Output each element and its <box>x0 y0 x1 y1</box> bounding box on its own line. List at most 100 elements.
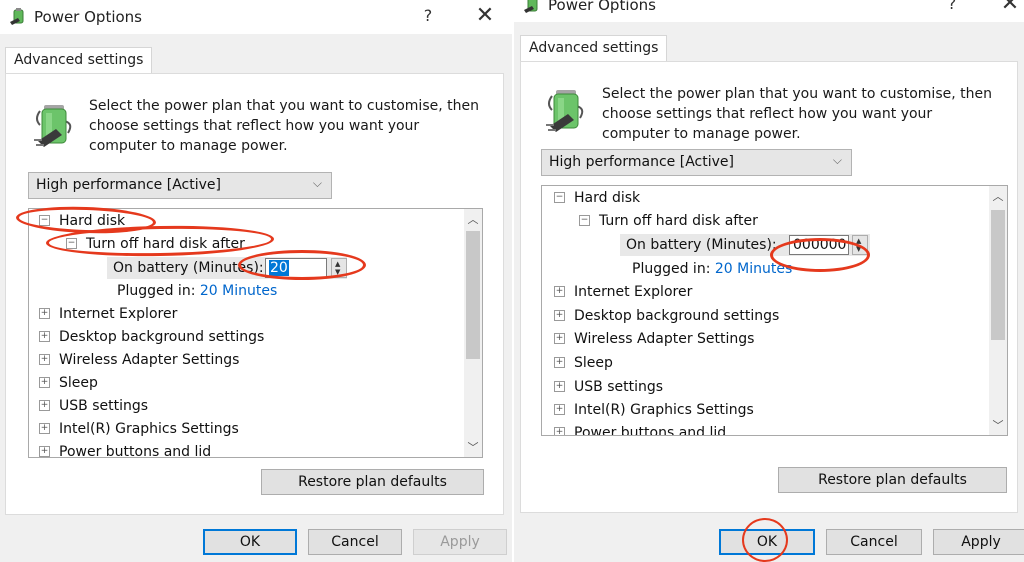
close-button[interactable]: ✕ <box>473 3 497 28</box>
tree-item-internet-explorer[interactable]: + Internet Explorer <box>39 303 177 325</box>
tree-item-label: Power buttons and lid <box>574 425 727 436</box>
plugged-in-value-link[interactable]: 20 Minutes <box>200 283 277 299</box>
tree-item-label: Desktop background settings <box>574 308 780 324</box>
tree-item-hard-disk[interactable]: − Hard disk <box>554 187 640 209</box>
tree-item-wireless-adapter[interactable]: + Wireless Adapter Settings <box>554 328 754 350</box>
restore-plan-defaults-button[interactable]: Restore plan defaults <box>261 469 484 495</box>
expand-icon[interactable]: + <box>39 353 50 365</box>
tree-item-label: Wireless Adapter Settings <box>59 352 240 368</box>
scrollbar-thumb[interactable] <box>466 231 480 359</box>
cancel-button[interactable]: Cancel <box>308 529 402 555</box>
scroll-up-icon[interactable]: ︿ <box>989 188 1007 204</box>
tree-item-label: Wireless Adapter Settings <box>574 331 755 347</box>
window-title: Power Options <box>548 0 656 14</box>
tree-item-label: Internet Explorer <box>59 306 178 322</box>
tree-item-turn-off-hard-disk[interactable]: − Turn off hard disk after <box>66 233 245 255</box>
power-options-app-icon <box>524 0 538 13</box>
power-plan-dropdown[interactable]: High performance [Active] ⌵ <box>541 149 852 176</box>
advanced-settings-panel: Select the power plan that you want to c… <box>520 61 1018 513</box>
expand-icon[interactable]: + <box>39 422 50 434</box>
plan-description: Select the power plan that you want to c… <box>89 98 479 154</box>
collapse-icon[interactable]: − <box>66 237 77 249</box>
tree-scrollbar[interactable]: ︿ ﹀ <box>464 209 482 457</box>
on-battery-label: On battery (Minutes): <box>626 237 777 253</box>
expand-icon[interactable]: + <box>39 376 50 388</box>
spin-up-icon[interactable]: ▲ <box>335 261 340 268</box>
tree-item-wireless-adapter[interactable]: + Wireless Adapter Settings <box>39 349 239 371</box>
expand-icon[interactable]: + <box>39 307 50 319</box>
advanced-settings-panel: Select the power plan that you want to c… <box>5 73 504 515</box>
power-plan-dropdown[interactable]: High performance [Active] ⌵ <box>28 172 332 199</box>
on-battery-value: 20 <box>269 260 289 276</box>
apply-button[interactable]: Apply <box>933 529 1024 555</box>
expand-icon[interactable]: + <box>554 426 565 435</box>
tree-item-label: Sleep <box>59 375 98 391</box>
expand-icon[interactable]: + <box>554 332 565 344</box>
tree-item-turn-off-hard-disk[interactable]: − Turn off hard disk after <box>579 210 758 232</box>
tree-item-hard-disk[interactable]: − Hard disk <box>39 210 125 232</box>
ok-button[interactable]: OK <box>719 529 815 555</box>
title-bar: Power Options ? ✕ <box>0 0 512 34</box>
spin-down-icon[interactable]: ▼ <box>335 269 340 276</box>
tree-item-sleep[interactable]: + Sleep <box>554 352 613 374</box>
tree-item-label: Turn off hard disk after <box>86 236 245 252</box>
on-battery-minutes-input[interactable]: 000000 <box>789 235 849 255</box>
battery-plug-icon <box>34 105 72 147</box>
on-battery-spinner[interactable]: ▲ ▼ <box>331 258 347 278</box>
collapse-icon[interactable]: − <box>554 191 565 203</box>
expand-icon[interactable]: + <box>554 309 565 321</box>
tree-item-usb-settings[interactable]: + USB settings <box>39 395 148 417</box>
ok-button[interactable]: OK <box>203 529 297 555</box>
scroll-down-icon[interactable]: ﹀ <box>989 417 1007 433</box>
tree-scrollbar[interactable]: ︿ ﹀ <box>989 186 1007 435</box>
tree-item-intel-graphics[interactable]: + Intel(R) Graphics Settings <box>39 418 239 440</box>
scroll-up-icon[interactable]: ︿ <box>464 211 482 227</box>
expand-icon[interactable]: + <box>39 330 50 342</box>
spin-down-icon[interactable]: ▼ <box>856 246 861 253</box>
expand-icon[interactable]: + <box>554 356 565 368</box>
plugged-in-value-link[interactable]: 20 Minutes <box>715 261 792 277</box>
tree-item-intel-graphics[interactable]: + Intel(R) Graphics Settings <box>554 399 754 421</box>
tree-item-sleep[interactable]: + Sleep <box>39 372 98 394</box>
plugged-in-setting-row[interactable]: Plugged in: 20 Minutes <box>117 280 277 302</box>
tree-item-label: Sleep <box>574 355 613 371</box>
collapse-icon[interactable]: − <box>39 214 50 226</box>
apply-button[interactable]: Apply <box>413 529 507 555</box>
power-options-dialog-before: Power Options ? ✕ Advanced settings Sele… <box>0 0 512 562</box>
expand-icon[interactable]: + <box>554 285 565 297</box>
tab-advanced-settings[interactable]: Advanced settings <box>520 35 668 61</box>
close-button[interactable]: ✕ <box>998 0 1022 16</box>
on-battery-minutes-input[interactable]: 20 <box>265 258 327 278</box>
settings-tree[interactable]: − Hard disk − Turn off hard disk after On … <box>28 208 483 458</box>
spin-up-icon[interactable]: ▲ <box>856 238 861 245</box>
tree-item-label: Hard disk <box>574 190 641 206</box>
scroll-down-icon[interactable]: ﹀ <box>464 439 482 455</box>
chevron-down-icon: ⌵ <box>312 176 322 190</box>
tree-item-desktop-background[interactable]: + Desktop background settings <box>554 305 779 327</box>
battery-plug-icon <box>546 90 584 132</box>
plan-description: Select the power plan that you want to c… <box>602 86 992 142</box>
expand-icon[interactable]: + <box>554 403 565 415</box>
plugged-in-label: Plugged in: <box>117 283 196 299</box>
settings-tree[interactable]: − Hard disk − Turn off hard disk after On … <box>541 185 1008 436</box>
collapse-icon[interactable]: − <box>579 214 590 226</box>
tab-advanced-settings[interactable]: Advanced settings <box>5 47 153 73</box>
expand-icon[interactable]: + <box>554 380 565 392</box>
tree-item-internet-explorer[interactable]: + Internet Explorer <box>554 281 692 303</box>
cancel-button[interactable]: Cancel <box>826 529 922 555</box>
plugged-in-label: Plugged in: <box>632 261 711 277</box>
tree-item-power-buttons[interactable]: + Power buttons and lid <box>39 441 211 457</box>
tree-item-label: Desktop background settings <box>59 329 265 345</box>
tree-item-desktop-background[interactable]: + Desktop background settings <box>39 326 264 348</box>
scrollbar-thumb[interactable] <box>991 210 1005 340</box>
plugged-in-setting-row[interactable]: Plugged in: 20 Minutes <box>632 258 792 280</box>
restore-plan-defaults-button[interactable]: Restore plan defaults <box>778 467 1007 493</box>
tree-item-power-buttons[interactable]: + Power buttons and lid <box>554 422 727 436</box>
expand-icon[interactable]: + <box>39 445 50 457</box>
on-battery-spinner[interactable]: ▲ ▼ <box>852 235 868 255</box>
tree-item-usb-settings[interactable]: + USB settings <box>554 376 663 398</box>
power-options-dialog-after: Power Options ? ✕ Advanced settings Sele… <box>514 0 1024 562</box>
expand-icon[interactable]: + <box>39 399 50 411</box>
help-button[interactable]: ? <box>418 6 438 25</box>
help-button[interactable]: ? <box>942 0 962 13</box>
